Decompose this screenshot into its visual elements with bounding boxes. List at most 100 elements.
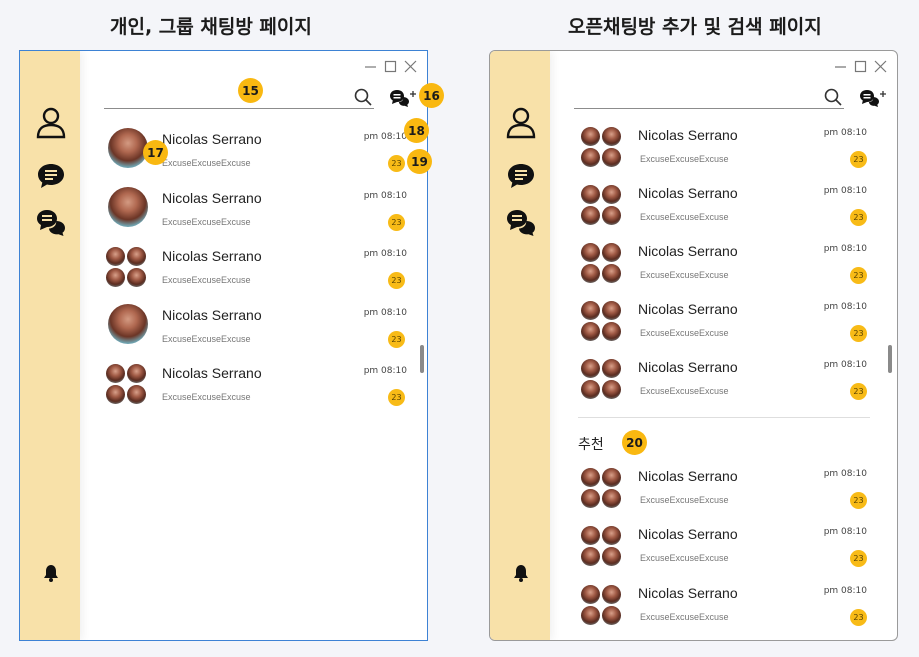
- recommended-list: Nicolas Serrano ExcuseExcuseExcuse pm 08…: [578, 462, 885, 637]
- group-avatar: [581, 526, 623, 568]
- chats-icon[interactable]: [506, 208, 536, 238]
- chat-preview: ExcuseExcuseExcuse: [640, 154, 729, 164]
- chat-bubble-icon[interactable]: [506, 161, 536, 191]
- chat-name: Nicolas Serrano: [638, 526, 738, 542]
- unread-badge: 23: [388, 213, 405, 231]
- chat-row[interactable]: Nicolas Serrano ExcuseExcuseExcuse pm 08…: [578, 121, 885, 179]
- maximize-icon[interactable]: [383, 59, 397, 73]
- chat-preview: ExcuseExcuseExcuse: [162, 392, 251, 402]
- maximize-icon[interactable]: [853, 59, 867, 73]
- person-icon[interactable]: [506, 107, 536, 139]
- chat-name: Nicolas Serrano: [638, 301, 738, 317]
- chat-name: Nicolas Serrano: [638, 127, 738, 143]
- annotation-marker: 20: [622, 430, 647, 455]
- search-icon[interactable]: [824, 88, 842, 106]
- chat-row[interactable]: Nicolas Serrano ExcuseExcuseExcuse pm 08…: [578, 579, 885, 637]
- recommended-title: 추천: [578, 437, 604, 453]
- chat-time: pm 08:10: [363, 190, 407, 201]
- open-chat-list: Nicolas Serrano ExcuseExcuseExcuse pm 08…: [578, 121, 885, 411]
- scrollbar[interactable]: [420, 345, 424, 373]
- chat-time: pm 08:10: [823, 128, 867, 138]
- unread-badge: 23: [850, 609, 867, 626]
- private-group-chat-window: Nicolas Serrano ExcuseExcuseExcuse pm 08…: [19, 50, 428, 641]
- annotation-marker: 18: [404, 118, 429, 143]
- bell-icon[interactable]: [511, 563, 531, 583]
- person-icon[interactable]: [36, 107, 66, 139]
- chat-row[interactable]: Nicolas Serrano ExcuseExcuseExcuse pm 08…: [578, 353, 885, 411]
- new-chat-icon[interactable]: [389, 88, 416, 108]
- chat-preview: ExcuseExcuseExcuse: [162, 216, 251, 227]
- unread-badge: 23: [850, 383, 867, 400]
- group-avatar: [581, 301, 623, 343]
- chat-preview: ExcuseExcuseExcuse: [162, 158, 251, 168]
- bell-icon[interactable]: [41, 563, 61, 583]
- minimize-icon[interactable]: [833, 59, 847, 73]
- chat-time: pm 08:10: [823, 527, 867, 537]
- scrollbar[interactable]: [888, 345, 892, 373]
- minimize-icon[interactable]: [363, 59, 377, 73]
- annotation-marker: 15: [238, 78, 263, 103]
- group-avatar: [581, 468, 623, 510]
- chat-time: pm 08:10: [823, 302, 867, 312]
- avatar: [108, 303, 148, 344]
- chat-preview: ExcuseExcuseExcuse: [640, 612, 729, 622]
- unread-badge: 23: [850, 209, 867, 226]
- chat-preview: ExcuseExcuseExcuse: [640, 495, 729, 505]
- chat-name: Nicolas Serrano: [638, 185, 738, 201]
- search-input[interactable]: [104, 86, 354, 108]
- chat-name: Nicolas Serrano: [162, 131, 262, 147]
- annotation-marker: 16: [419, 83, 444, 108]
- group-avatar: [581, 359, 623, 401]
- chat-time: pm 08:10: [363, 249, 407, 259]
- chats-icon[interactable]: [36, 208, 66, 238]
- unread-badge: 23: [388, 155, 405, 172]
- group-avatar: [581, 185, 623, 227]
- chat-row[interactable]: Nicolas Serrano ExcuseExcuseExcuse pm 08…: [578, 462, 885, 520]
- chat-row[interactable]: Nicolas Serrano ExcuseExcuseExcuse pm 08…: [578, 520, 885, 579]
- unread-badge: 23: [388, 272, 405, 289]
- chat-preview: ExcuseExcuseExcuse: [640, 212, 729, 222]
- chat-row[interactable]: Nicolas Serrano ExcuseExcuseExcuse pm 08…: [578, 179, 885, 237]
- chat-time: pm 08:10: [823, 186, 867, 196]
- chat-name: Nicolas Serrano: [638, 468, 738, 484]
- chat-bubble-icon[interactable]: [36, 161, 66, 191]
- chat-row[interactable]: Nicolas Serrano ExcuseExcuseExcuse pm 08…: [104, 292, 415, 351]
- search-bar: [574, 86, 844, 109]
- group-avatar: [581, 127, 623, 169]
- group-avatar: [581, 243, 623, 285]
- group-avatar: [106, 247, 148, 289]
- close-icon[interactable]: [403, 59, 417, 73]
- chat-time: pm 08:10: [363, 132, 407, 142]
- chat-name: Nicolas Serrano: [162, 189, 262, 206]
- close-icon[interactable]: [873, 59, 887, 73]
- chat-row[interactable]: Nicolas Serrano ExcuseExcuseExcuse pm 08…: [104, 233, 415, 292]
- chat-time: pm 08:10: [823, 586, 867, 596]
- new-chat-icon[interactable]: [859, 88, 886, 108]
- avatar: [108, 186, 148, 227]
- open-chat-search-window: Nicolas Serrano ExcuseExcuseExcuse pm 08…: [489, 50, 898, 641]
- chat-time: pm 08:10: [363, 307, 407, 318]
- group-avatar: [581, 585, 623, 627]
- unread-badge: 23: [388, 389, 405, 406]
- chat-time: pm 08:10: [363, 366, 407, 376]
- chat-name: Nicolas Serrano: [638, 243, 738, 259]
- chat-name: Nicolas Serrano: [162, 306, 262, 323]
- chat-row[interactable]: Nicolas Serrano ExcuseExcuseExcuse pm 08…: [578, 295, 885, 353]
- chat-preview: ExcuseExcuseExcuse: [162, 275, 251, 285]
- annotation-marker: 17: [143, 140, 168, 165]
- unread-badge: 23: [850, 267, 867, 284]
- chat-preview: ExcuseExcuseExcuse: [640, 553, 729, 563]
- left-page-heading: 개인, 그룹 채팅방 페이지: [110, 16, 312, 38]
- chat-row[interactable]: Nicolas Serrano ExcuseExcuseExcuse pm 08…: [104, 350, 415, 409]
- window-controls: [363, 59, 417, 73]
- search-input[interactable]: [574, 86, 824, 108]
- right-page-heading: 오픈채팅방 추가 및 검색 페이지: [568, 16, 822, 38]
- chat-name: Nicolas Serrano: [638, 585, 738, 601]
- chat-time: pm 08:10: [823, 244, 867, 254]
- chat-row[interactable]: Nicolas Serrano ExcuseExcuseExcuse pm 08…: [578, 237, 885, 295]
- chat-row[interactable]: Nicolas Serrano ExcuseExcuseExcuse pm 08…: [104, 175, 415, 234]
- chat-preview: ExcuseExcuseExcuse: [640, 328, 729, 338]
- search-icon[interactable]: [354, 88, 372, 106]
- window-controls: [833, 59, 887, 73]
- chat-name: Nicolas Serrano: [638, 359, 738, 375]
